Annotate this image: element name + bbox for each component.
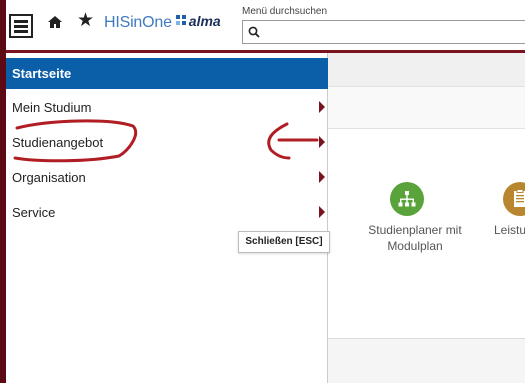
menu-item-mein-studium[interactable]: Mein Studium [6, 93, 328, 123]
sitemap-icon[interactable] [390, 182, 424, 216]
search-input[interactable] [263, 23, 523, 41]
star-icon[interactable]: ★ [77, 10, 94, 32]
menu-item-label: Organisation [12, 170, 86, 185]
chevron-right-icon [319, 171, 325, 183]
menu-item-service[interactable]: Service [6, 198, 328, 228]
hisinone-logo[interactable]: HISinOne alma [104, 12, 221, 36]
search-box[interactable] [242, 20, 525, 44]
content-subheader-bar [328, 87, 525, 129]
menu-item-organisation[interactable]: Organisation [6, 163, 328, 193]
close-menu-button[interactable]: Schließen [ESC] [238, 231, 330, 253]
chevron-right-icon [319, 101, 325, 113]
side-menu: Startseite Mein Studium Studienangebot O… [6, 53, 330, 383]
hamburger-menu-button[interactable] [9, 14, 33, 38]
chevron-right-icon [319, 136, 325, 148]
menu-item-label: Studienangebot [12, 135, 104, 150]
menu-item-studienangebot[interactable]: Studienangebot [6, 128, 328, 158]
top-bar: ★ HISinOne alma Menü durchsuchen [6, 0, 525, 53]
hamburger-line [14, 20, 28, 23]
home-icon[interactable] [46, 13, 64, 31]
logo-subtext: alma [188, 13, 221, 29]
clipboard-icon[interactable] [503, 182, 525, 216]
hamburger-line [14, 30, 28, 33]
app-tile-label[interactable]: Leistur [494, 222, 525, 238]
search-label: Menü durchsuchen [242, 6, 328, 17]
logo-dots-icon [175, 15, 186, 25]
search-icon [248, 26, 260, 38]
app-tile-label[interactable]: Studienplaner mit Modulplan [356, 222, 474, 254]
logo-text: HISinOne [104, 14, 172, 31]
menu-item-startseite[interactable]: Startseite [6, 58, 328, 89]
app-window: ★ HISinOne alma Menü durchsuchen Studien… [6, 0, 525, 383]
menu-item-label: Mein Studium [12, 100, 92, 115]
menu-item-label: Service [12, 205, 56, 220]
hamburger-line [14, 25, 28, 28]
content-header-bar [328, 53, 525, 87]
chevron-right-icon [319, 206, 325, 218]
